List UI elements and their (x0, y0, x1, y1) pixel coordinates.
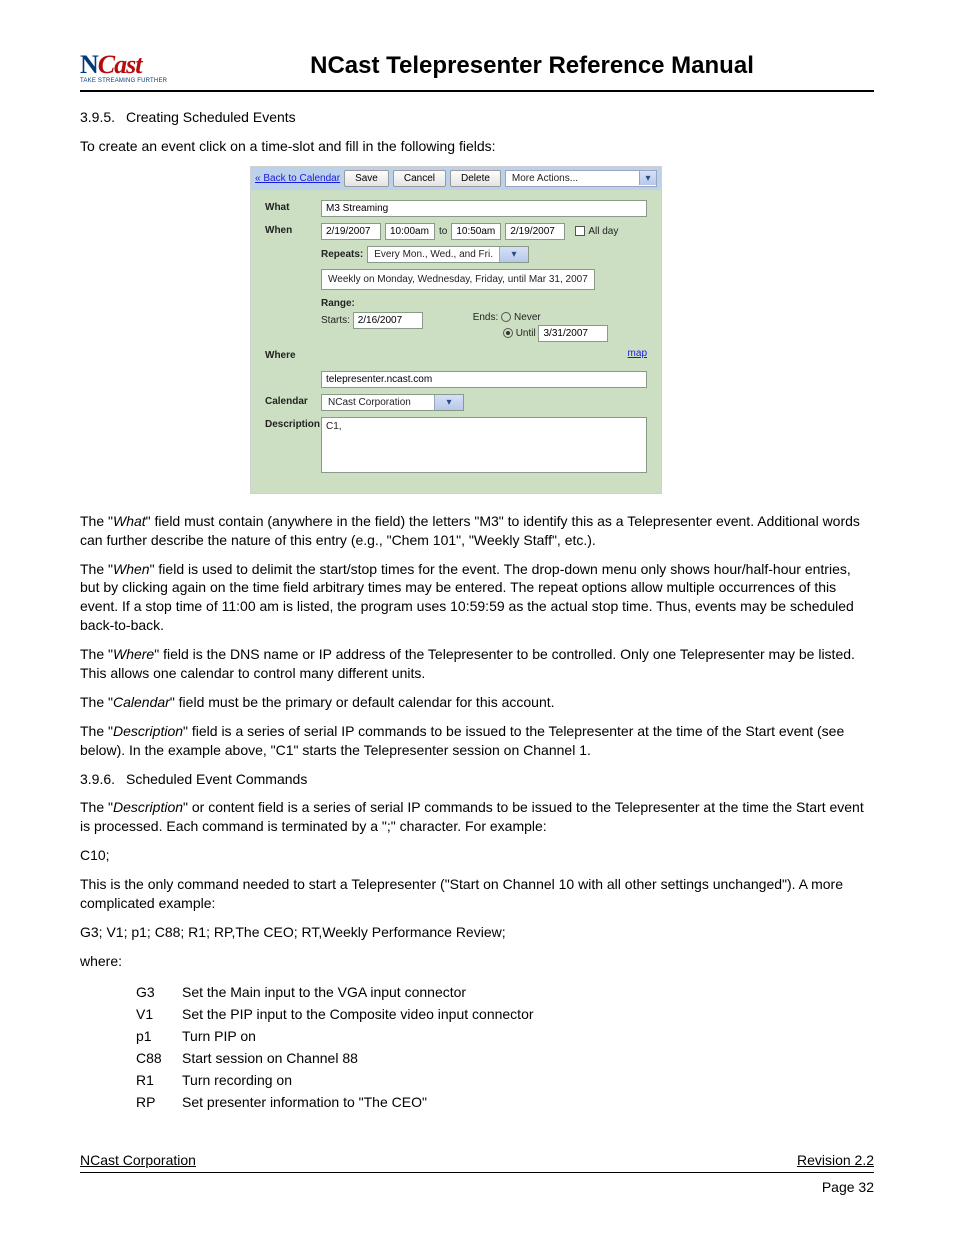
range-until-input[interactable] (538, 325, 608, 342)
form-toolbar: « Back to Calendar Save Cancel Delete Mo… (251, 167, 661, 190)
delete-button[interactable]: Delete (450, 170, 501, 187)
footer-left: NCast Corporation (80, 1152, 196, 1168)
content: 3.9.5.Creating Scheduled Events To creat… (80, 108, 874, 1113)
calendar-value: NCast Corporation (322, 395, 434, 410)
ends-until-radio[interactable] (503, 328, 513, 338)
section-395: 3.9.5.Creating Scheduled Events (80, 108, 874, 127)
when-paragraph: The "When" field is used to delimit the … (80, 560, 874, 636)
what-paragraph: The "What" field must contain (anywhere … (80, 512, 874, 550)
table-row: p1Turn PIP on (136, 1025, 540, 1047)
calendar-label: Calendar (265, 394, 321, 407)
page-footer: NCast Corporation Revision 2.2 Page 32 (80, 1152, 874, 1195)
chevron-down-icon: ▾ (499, 247, 528, 262)
logo-tagline: TAKE STREAMING FURTHER (80, 78, 190, 84)
calendar-paragraph: The "Calendar" field must be the primary… (80, 693, 874, 712)
range-section: Range: Starts: Ends: Never (321, 298, 647, 342)
map-link[interactable]: map (628, 348, 647, 359)
where-label-text: where: (80, 952, 874, 971)
section-title: Scheduled Event Commands (126, 771, 307, 787)
repeats-value: Every Mon., Wed., and Fri. (368, 247, 499, 262)
cmd-desc: Set the Main input to the VGA input conn… (182, 981, 540, 1003)
back-link[interactable]: « Back to Calendar (255, 173, 340, 184)
where-paragraph: The "Where" field is the DNS name or IP … (80, 645, 874, 683)
description-label: Description (265, 417, 321, 430)
footer-right: Revision 2.2 (797, 1152, 874, 1168)
page-header: NCast TAKE STREAMING FURTHER NCast Telep… (80, 50, 874, 84)
logo-n: N (80, 50, 98, 79)
desc-commands-paragraph: The "Description" or content field is a … (80, 798, 874, 836)
chevron-down-icon: ▾ (434, 395, 463, 410)
where-input[interactable] (321, 371, 647, 388)
cmd-desc: Set the PIP input to the Composite video… (182, 1003, 540, 1025)
footer-rule (80, 1172, 874, 1173)
never-label: Never (514, 312, 541, 323)
start-date-input[interactable] (321, 223, 381, 240)
cmd-desc: Turn PIP on (182, 1025, 540, 1047)
example-2: G3; V1; p1; C88; R1; RP,The CEO; RT,Week… (80, 923, 874, 942)
table-row: G3Set the Main input to the VGA input co… (136, 981, 540, 1003)
repeats-select[interactable]: Every Mon., Wed., and Fri. ▾ (367, 246, 529, 263)
more-actions-select[interactable]: More Actions... ▾ (505, 170, 657, 187)
ends-never-radio[interactable] (501, 312, 511, 322)
para-3: This is the only command needed to start… (80, 875, 874, 913)
where-label: Where (265, 348, 321, 361)
what-input[interactable] (321, 200, 647, 217)
command-table: G3Set the Main input to the VGA input co… (136, 981, 540, 1113)
allday-label: All day (588, 226, 618, 237)
end-date-input[interactable] (505, 223, 565, 240)
recurrence-summary: Weekly on Monday, Wednesday, Friday, unt… (321, 269, 595, 290)
cmd-code: V1 (136, 1003, 182, 1025)
page-title: NCast Telepresenter Reference Manual (190, 52, 874, 84)
cmd-code: C88 (136, 1047, 182, 1069)
chevron-down-icon: ▾ (639, 171, 656, 185)
until-label: Until (516, 328, 536, 339)
header-rule (80, 90, 874, 92)
table-row: R1Turn recording on (136, 1069, 540, 1091)
cancel-button[interactable]: Cancel (393, 170, 446, 187)
save-button[interactable]: Save (344, 170, 389, 187)
more-actions-label: More Actions... (506, 171, 639, 186)
description-paragraph: The "Description" field is a series of s… (80, 722, 874, 760)
cmd-code: G3 (136, 981, 182, 1003)
section-396: 3.9.6.Scheduled Event Commands (80, 770, 874, 789)
cmd-desc: Start session on Channel 88 (182, 1047, 540, 1069)
description-input[interactable]: C1, (321, 417, 647, 473)
range-label: Range: (321, 298, 355, 309)
allday-checkbox[interactable] (575, 226, 585, 236)
table-row: V1Set the PIP input to the Composite vid… (136, 1003, 540, 1025)
cmd-code: p1 (136, 1025, 182, 1047)
section-num: 3.9.5. (80, 108, 126, 127)
when-label: When (265, 223, 321, 236)
starts-label: Starts: (321, 315, 350, 326)
table-row: C88Start session on Channel 88 (136, 1047, 540, 1069)
what-label: What (265, 200, 321, 213)
logo: NCast TAKE STREAMING FURTHER (80, 50, 190, 84)
cmd-desc: Turn recording on (182, 1069, 540, 1091)
example-1: C10; (80, 846, 874, 865)
start-time-input[interactable] (385, 223, 435, 240)
cmd-code: R1 (136, 1069, 182, 1091)
table-row: RPSet presenter information to "The CEO" (136, 1091, 540, 1113)
event-form-screenshot: « Back to Calendar Save Cancel Delete Mo… (250, 166, 662, 494)
footer-page: Page 32 (80, 1179, 874, 1195)
ends-label: Ends: (473, 312, 499, 323)
cmd-code: RP (136, 1091, 182, 1113)
calendar-select[interactable]: NCast Corporation ▾ (321, 394, 464, 411)
cmd-desc: Set presenter information to "The CEO" (182, 1091, 540, 1113)
logo-cast: Cast (98, 50, 142, 79)
section-num: 3.9.6. (80, 770, 126, 789)
end-time-input[interactable] (451, 223, 501, 240)
to-label: to (439, 226, 447, 237)
section-title: Creating Scheduled Events (126, 109, 296, 125)
repeats-label: Repeats: (321, 249, 363, 260)
intro-text: To create an event click on a time-slot … (80, 137, 874, 156)
range-start-input[interactable] (353, 312, 423, 329)
